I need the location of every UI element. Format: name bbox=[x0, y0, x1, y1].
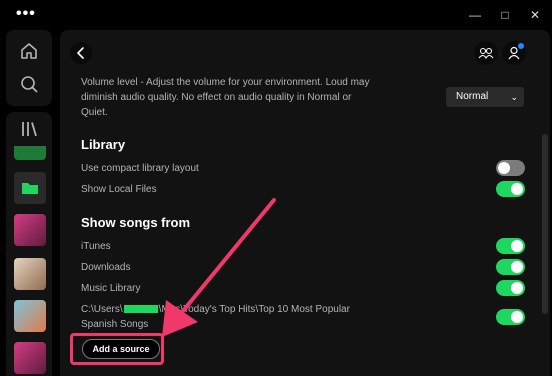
library-panel bbox=[6, 112, 52, 376]
volume-level-value: Normal bbox=[456, 91, 489, 102]
folder-icon bbox=[22, 183, 38, 194]
back-button[interactable] bbox=[70, 42, 92, 64]
settings-panel: Volume level - Adjust the volume for you… bbox=[60, 30, 550, 376]
source-itunes-toggle[interactable] bbox=[496, 238, 525, 254]
close-icon[interactable]: ✕ bbox=[520, 6, 550, 24]
profile-button[interactable] bbox=[502, 41, 526, 65]
local-files-label: Show Local Files bbox=[81, 184, 157, 195]
friends-activity-icon bbox=[478, 47, 494, 60]
custom-path-prefix: C:\Users\ bbox=[81, 304, 123, 315]
minimize-icon[interactable]: — bbox=[460, 6, 490, 24]
source-music-library-toggle[interactable] bbox=[496, 280, 525, 296]
search-icon[interactable] bbox=[19, 74, 39, 94]
friends-activity-button[interactable] bbox=[474, 41, 498, 65]
show-songs-section-title: Show songs from bbox=[81, 215, 191, 230]
custom-path-suffix: \Mus\Today's Top Hits\Top 10 Most Popula… bbox=[158, 304, 350, 315]
volume-description-line2: diminish audio quality. No effect on aud… bbox=[81, 92, 352, 103]
album-cover[interactable] bbox=[14, 214, 46, 246]
nav-panel bbox=[6, 30, 52, 106]
source-downloads-toggle[interactable] bbox=[496, 259, 525, 275]
more-horizontal-icon[interactable]: ••• bbox=[16, 5, 36, 23]
library-item-folder[interactable] bbox=[14, 172, 46, 204]
album-cover[interactable] bbox=[14, 258, 46, 290]
chevron-left-icon bbox=[77, 47, 84, 59]
playlist-cover[interactable] bbox=[14, 146, 46, 160]
compact-library-label: Use compact library layout bbox=[81, 163, 199, 174]
chevron-down-icon: ⌄ bbox=[510, 92, 518, 102]
album-cover[interactable] bbox=[14, 342, 46, 374]
compact-library-toggle[interactable] bbox=[496, 160, 525, 176]
annotation-highlight bbox=[70, 333, 164, 365]
volume-description-line3: Quiet. bbox=[81, 107, 108, 118]
custom-source-path: C:\Users\ \Mus\Today's Top Hits\Top 10 Mo… bbox=[81, 304, 411, 315]
custom-source-toggle[interactable] bbox=[496, 309, 525, 325]
scrollbar[interactable] bbox=[542, 134, 548, 314]
maximize-icon[interactable]: □ bbox=[490, 6, 520, 24]
title-bar: ••• — □ ✕ bbox=[0, 0, 552, 30]
notification-dot bbox=[518, 43, 524, 49]
album-cover[interactable] bbox=[14, 300, 46, 332]
library-icon[interactable] bbox=[19, 119, 39, 139]
source-itunes-label: iTunes bbox=[81, 241, 111, 252]
source-music-library-label: Music Library bbox=[81, 283, 141, 294]
redaction-bar bbox=[123, 305, 158, 314]
home-icon[interactable] bbox=[19, 41, 39, 61]
local-files-toggle[interactable] bbox=[496, 181, 525, 197]
custom-source-path-line2: Spanish Songs bbox=[81, 319, 149, 330]
source-downloads-label: Downloads bbox=[81, 262, 131, 273]
volume-level-select[interactable]: Normal ⌄ bbox=[446, 87, 524, 107]
library-section-title: Library bbox=[81, 137, 126, 152]
volume-description-line1: Volume level - Adjust the volume for you… bbox=[81, 77, 370, 88]
